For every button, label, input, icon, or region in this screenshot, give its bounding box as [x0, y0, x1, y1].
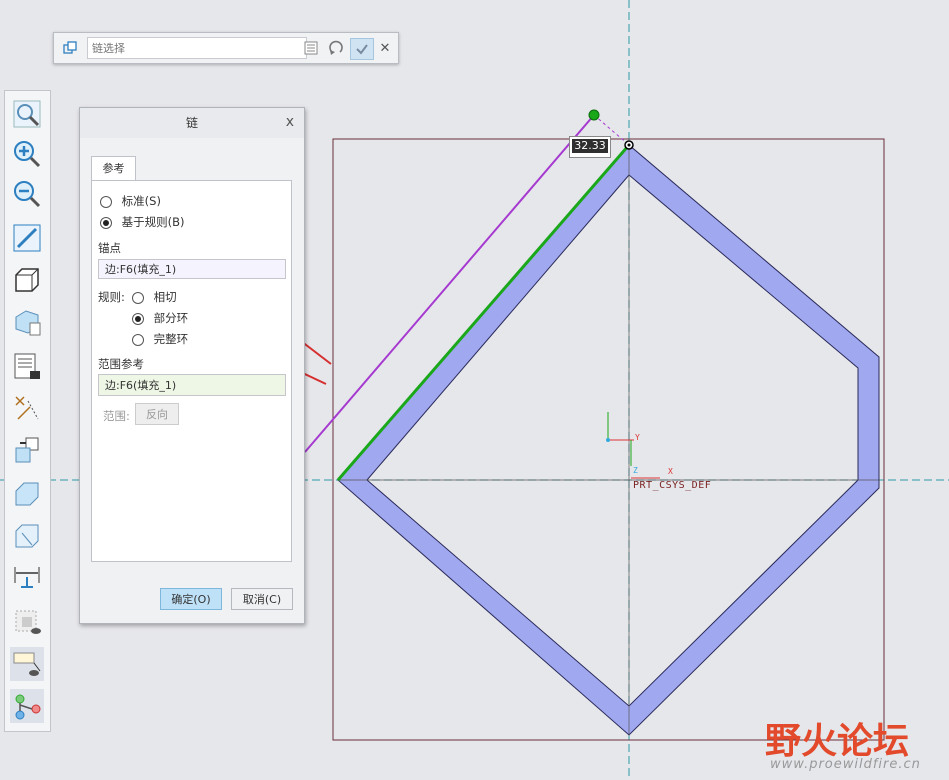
- range-label: 范围:: [103, 409, 130, 423]
- axis-y-label: Y: [635, 433, 640, 442]
- chain-mode-icon[interactable]: [60, 38, 80, 58]
- tab-references[interactable]: 参考: [91, 156, 136, 181]
- pause-refresh-icon[interactable]: [326, 38, 346, 58]
- radio-tangent-button[interactable]: [132, 291, 144, 304]
- annotation-display-icon[interactable]: [10, 647, 44, 681]
- model-tree-icon[interactable]: [10, 689, 44, 723]
- anchor-label: 锚点: [98, 241, 121, 255]
- repaint-icon[interactable]: [10, 221, 44, 255]
- display-style-icon[interactable]: [10, 263, 44, 297]
- radio-standard-label: 标准(S): [121, 194, 161, 208]
- radio-rule-based[interactable]: 基于规则(B): [100, 214, 185, 230]
- dimension-icon[interactable]: [10, 561, 44, 595]
- zoom-out-icon[interactable]: [10, 177, 44, 211]
- shading-icon[interactable]: [10, 477, 44, 511]
- view-manager-icon[interactable]: [10, 349, 44, 383]
- cancel-close-icon[interactable]: ✕: [375, 38, 395, 58]
- details-list-icon[interactable]: [301, 38, 321, 58]
- zoom-in-icon[interactable]: [10, 137, 44, 171]
- radio-partial-loop-button[interactable]: [132, 312, 144, 325]
- axis-x-label: X: [668, 467, 673, 476]
- csys-label: PRT_CSYS_DEF: [633, 480, 712, 491]
- radio-tangent[interactable]: 相切: [132, 289, 177, 305]
- drag-handle: [588, 109, 600, 121]
- dialog-close-icon[interactable]: x: [286, 114, 294, 130]
- range-reference-label: 范围参考: [98, 357, 144, 371]
- radio-partial-loop-label: 部分环: [153, 311, 189, 325]
- reverse-button[interactable]: 反向: [135, 403, 179, 425]
- dialog-title: 链: [80, 108, 304, 138]
- radio-complete-loop[interactable]: 完整环: [132, 331, 188, 347]
- radio-partial-loop[interactable]: 部分环: [132, 310, 188, 326]
- hidden-items-icon[interactable]: [10, 605, 44, 639]
- accept-check-icon[interactable]: [350, 38, 374, 60]
- ok-button[interactable]: 确定(O): [160, 588, 222, 610]
- watermark-url: www.proewildfire.cn: [770, 757, 921, 772]
- rule-label: 规则:: [98, 290, 125, 304]
- wireframe-icon[interactable]: [10, 519, 44, 553]
- chain-dialog: 链 x 参考 标准(S) 基于规则(B) 锚点 边:F6(填充_1) 规则: 相…: [79, 107, 305, 624]
- dimension-value-tag[interactable]: 32.33: [569, 136, 611, 158]
- saved-orientations-icon[interactable]: [10, 305, 44, 339]
- offset-preview-line: [304, 114, 595, 453]
- range-reference-field[interactable]: 边:F6(填充_1): [98, 374, 286, 396]
- references-panel: 标准(S) 基于规则(B) 锚点 边:F6(填充_1) 规则: 相切 部分环 完…: [91, 180, 292, 562]
- radio-tangent-label: 相切: [153, 290, 177, 304]
- radio-rule-based-button[interactable]: [100, 216, 112, 229]
- radio-standard[interactable]: 标准(S): [100, 193, 161, 209]
- radio-rule-based-label: 基于规则(B): [121, 215, 185, 229]
- view-toolbar: [4, 90, 51, 732]
- chain-selection-input[interactable]: [87, 37, 307, 59]
- selected-chain-edge: [336, 144, 631, 481]
- anchor-field[interactable]: 边:F6(填充_1): [98, 259, 286, 279]
- radio-complete-loop-label: 完整环: [153, 332, 189, 346]
- zoom-window-icon[interactable]: [10, 97, 44, 131]
- radio-standard-button[interactable]: [100, 195, 112, 208]
- dimension-value: 32.33: [572, 139, 608, 153]
- spin-center-icon[interactable]: [10, 433, 44, 467]
- radio-complete-loop-button[interactable]: [132, 333, 144, 346]
- datum-display-icon[interactable]: [10, 391, 44, 425]
- cancel-button[interactable]: 取消(C): [231, 588, 293, 610]
- axis-z-label: Z: [633, 466, 638, 475]
- chain-selection-bar: ✕: [53, 32, 399, 64]
